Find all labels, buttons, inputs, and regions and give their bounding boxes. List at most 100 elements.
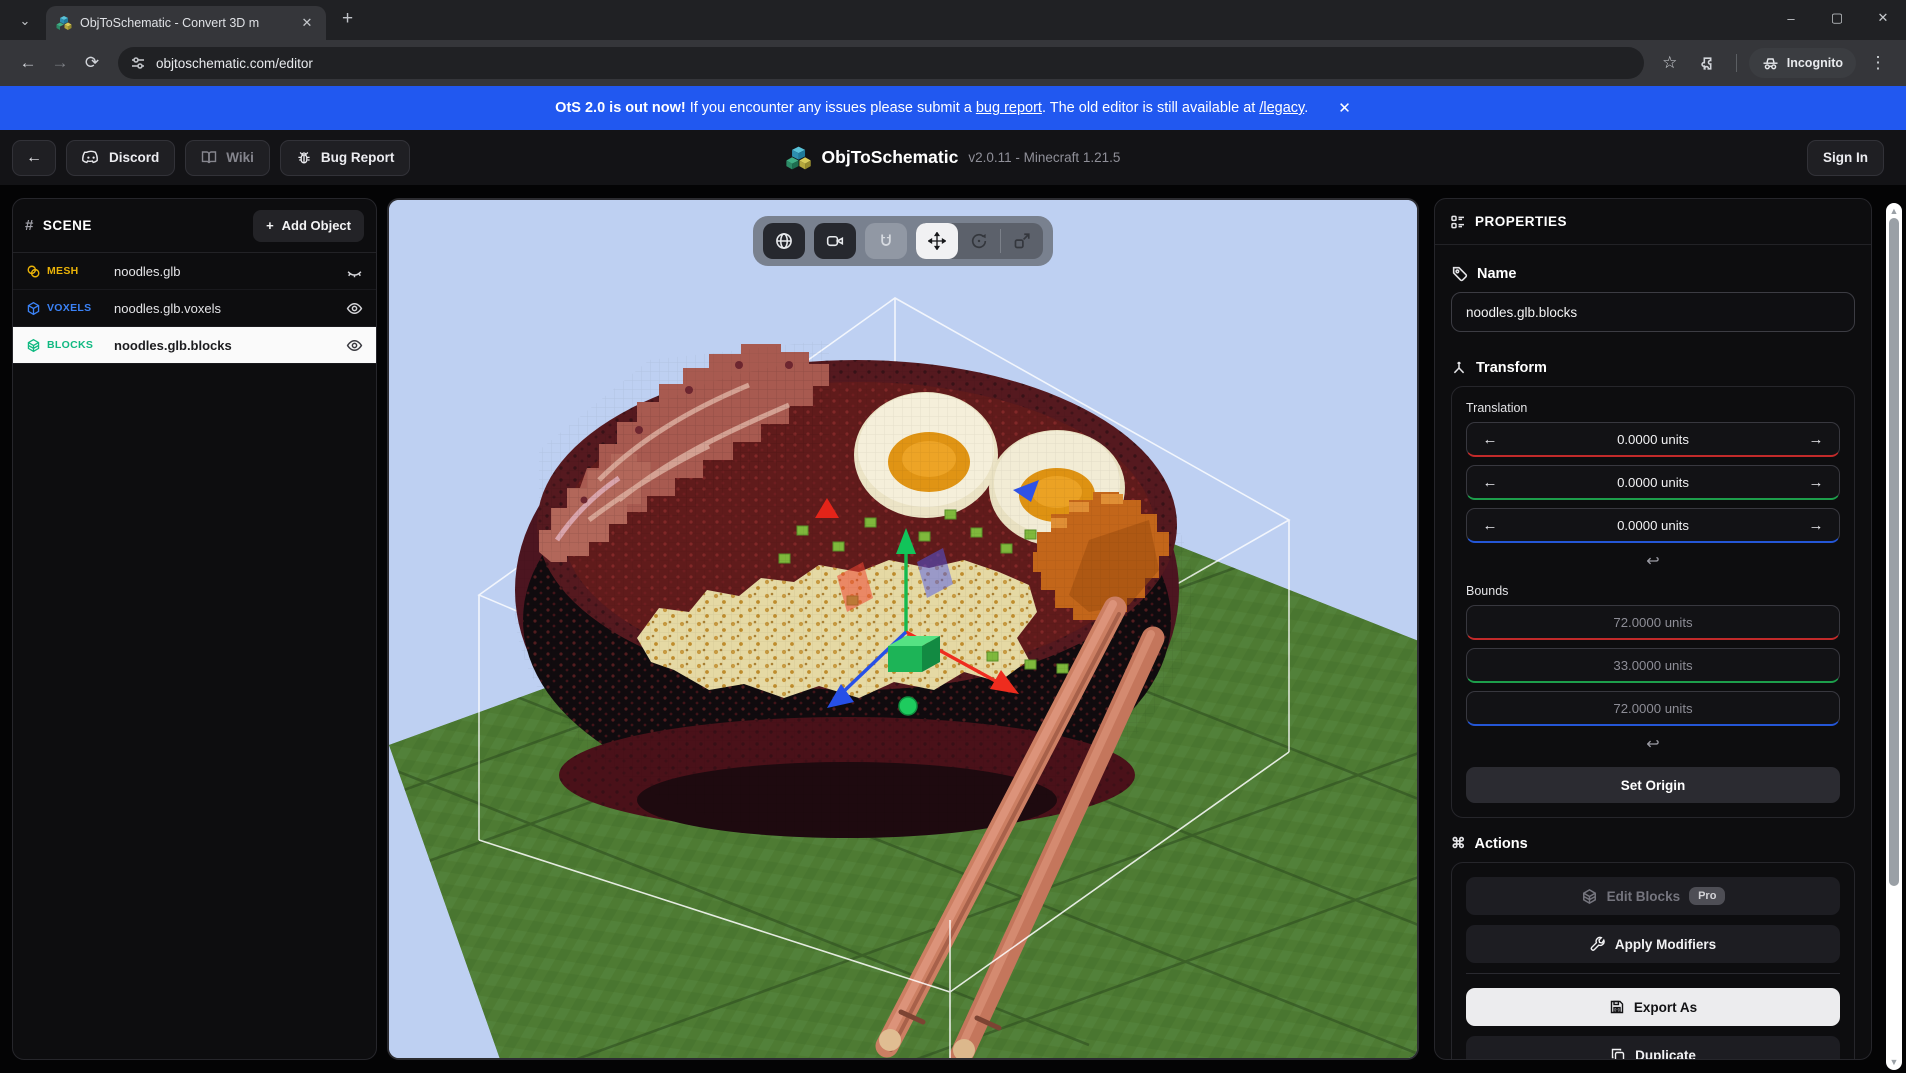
scene-panel-header: # SCENE + Add Object: [13, 199, 376, 253]
edit-blocks-button[interactable]: Edit Blocks Pro: [1466, 877, 1840, 915]
item-name: noodles.glb.voxels: [114, 300, 221, 316]
sign-in-button[interactable]: Sign In: [1807, 139, 1884, 176]
export-as-button[interactable]: Export As: [1466, 988, 1840, 1026]
camera-button[interactable]: [814, 223, 856, 259]
site-settings-icon[interactable]: [130, 55, 146, 71]
decrement-arrow-icon[interactable]: ←: [1467, 474, 1513, 491]
new-tab-button[interactable]: +: [342, 8, 353, 30]
apply-modifiers-button[interactable]: Apply Modifiers: [1466, 925, 1840, 963]
decrement-arrow-icon[interactable]: ←: [1467, 431, 1513, 448]
discord-button[interactable]: Discord: [66, 139, 176, 176]
browser-back-icon[interactable]: ←: [12, 47, 44, 79]
eye-closed-icon[interactable]: [346, 263, 363, 280]
properties-panel: PROPERTIES Name Transform Translation ← …: [1434, 198, 1872, 1060]
address-bar[interactable]: objtoschematic.com/editor: [118, 47, 1644, 79]
actions-section-header: ⌘ Actions: [1451, 836, 1855, 852]
back-arrow-icon: ←: [26, 148, 42, 166]
browser-reload-icon[interactable]: ⟳: [76, 47, 108, 79]
translation-y-value[interactable]: 0.0000 units: [1513, 475, 1793, 490]
extensions-puzzle-icon[interactable]: [1692, 47, 1724, 79]
set-origin-button[interactable]: Set Origin: [1466, 767, 1840, 803]
copy-icon: [1611, 1048, 1625, 1059]
scrollbar-up-icon[interactable]: ▲: [1886, 206, 1902, 216]
snap-magnet-button[interactable]: [865, 223, 907, 259]
translation-label: Translation: [1466, 401, 1528, 415]
bug-report-link[interactable]: bug report: [976, 100, 1042, 116]
world-globe-button[interactable]: [763, 223, 805, 259]
bug-report-button[interactable]: Bug Report: [279, 139, 411, 176]
translation-y-stepper: ← 0.0000 units →: [1466, 465, 1840, 500]
translation-z-value[interactable]: 0.0000 units: [1513, 518, 1793, 533]
export-as-label: Export As: [1633, 999, 1698, 1015]
save-floppy-icon: [1610, 1000, 1624, 1014]
reset-translation-icon[interactable]: ↩: [1466, 551, 1840, 571]
app-title-group: ObjToSchematic v2.0.11 - Minecraft 1.21.…: [786, 130, 1121, 185]
transform-axes-icon: [1453, 361, 1465, 374]
browser-tab[interactable]: ObjToSchematic - Convert 3D m ✕: [46, 6, 326, 40]
app-logo: [786, 146, 811, 169]
scrollbar[interactable]: ▲ ▼: [1886, 203, 1902, 1070]
tab-close-icon[interactable]: ✕: [298, 14, 316, 32]
reset-bounds-icon[interactable]: ↩: [1466, 734, 1840, 754]
app-back-button[interactable]: ←: [12, 139, 56, 176]
browser-forward-icon[interactable]: →: [44, 47, 76, 79]
viewport-panel: [387, 198, 1419, 1060]
add-object-button[interactable]: + Add Object: [253, 209, 364, 242]
bookmark-star-icon[interactable]: ☆: [1654, 47, 1686, 79]
decrement-arrow-icon[interactable]: ←: [1467, 517, 1513, 534]
plus-icon: +: [266, 218, 274, 233]
increment-arrow-icon[interactable]: →: [1793, 431, 1839, 448]
translation-x-value[interactable]: 0.0000 units: [1513, 432, 1793, 447]
bounds-y-field: 33.0000 units: [1466, 648, 1840, 683]
increment-arrow-icon[interactable]: →: [1793, 517, 1839, 534]
tab-title: ObjToSchematic - Convert 3D m: [80, 16, 260, 30]
tag-icon: [1452, 266, 1468, 282]
actions-card: Edit Blocks Pro Apply Modifiers Export A…: [1451, 862, 1855, 1060]
window-close-icon[interactable]: ✕: [1860, 0, 1906, 36]
object-name-input[interactable]: [1451, 292, 1855, 332]
eye-icon[interactable]: [346, 337, 363, 354]
duplicate-button[interactable]: Duplicate: [1466, 1036, 1840, 1060]
globe-icon: [776, 233, 792, 249]
bounds-x-field: 72.0000 units: [1466, 605, 1840, 640]
tab-search-button[interactable]: ⌄: [10, 7, 40, 35]
incognito-badge[interactable]: Incognito: [1748, 48, 1856, 78]
rotate-tool-button[interactable]: [958, 223, 1000, 259]
duplicate-label: Duplicate: [1635, 1047, 1696, 1060]
increment-arrow-icon[interactable]: →: [1793, 474, 1839, 491]
window-maximize-icon[interactable]: ▢: [1814, 0, 1860, 36]
apply-modifiers-label: Apply Modifiers: [1614, 936, 1717, 952]
move-tool-button[interactable]: [916, 223, 958, 259]
scrollbar-thumb[interactable]: [1889, 218, 1899, 886]
scene-item-blocks[interactable]: BLOCKS noodles.glb.blocks: [13, 327, 376, 364]
banner-bold-text: OtS 2.0 is out now!: [555, 100, 686, 116]
scrollbar-down-icon[interactable]: ▼: [1886, 1057, 1902, 1067]
mesh-icon: [27, 265, 40, 277]
hash-icon: #: [25, 217, 34, 234]
legacy-link[interactable]: /legacy: [1259, 100, 1304, 116]
wiki-button[interactable]: Wiki: [185, 139, 270, 176]
transform-card: Translation ← 0.0000 units → ← 0.0000 un…: [1451, 386, 1855, 818]
3d-canvas[interactable]: [389, 200, 1419, 1060]
scene-item-voxels[interactable]: VOXELS noodles.glb.voxels: [13, 290, 376, 327]
scale-tool-button[interactable]: [1001, 223, 1043, 259]
discord-icon: [82, 150, 98, 164]
eye-icon[interactable]: [346, 300, 363, 317]
name-label: Name: [1477, 265, 1517, 282]
browser-menu-dots-icon[interactable]: ⋮: [1862, 47, 1894, 79]
item-type-label: VOXELS: [47, 302, 92, 314]
bounds-z-value: 72.0000 units: [1613, 700, 1693, 716]
banner-close-icon[interactable]: ✕: [1338, 99, 1351, 117]
app-version: v2.0.11 - Minecraft 1.21.5: [968, 150, 1121, 165]
add-object-label: Add Object: [281, 218, 351, 233]
app-header: ← Discord Wiki Bug Report ObjToSchematic…: [0, 130, 1906, 185]
scene-item-mesh[interactable]: MESH noodles.glb: [13, 253, 376, 290]
translation-x-stepper: ← 0.0000 units →: [1466, 422, 1840, 457]
incognito-label: Incognito: [1786, 56, 1843, 70]
rotate-icon: [971, 233, 987, 249]
banner-text-3: .: [1304, 100, 1309, 116]
properties-title: PROPERTIES: [1475, 214, 1568, 229]
window-minimize-icon[interactable]: –: [1768, 0, 1814, 36]
toolbar-right-icons: ☆ Incognito ⋮: [1654, 47, 1894, 79]
bounds-label: Bounds: [1466, 584, 1509, 598]
